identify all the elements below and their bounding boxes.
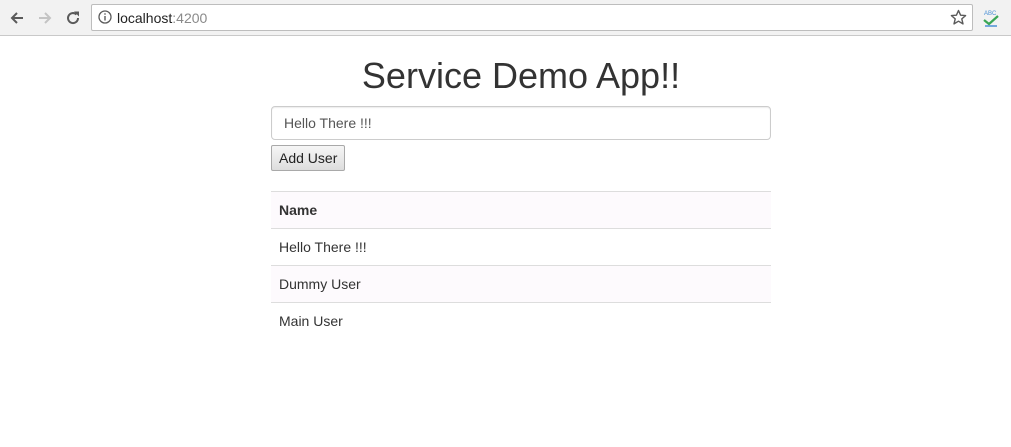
page-content: Service Demo App!! Add User Name Hello T… <box>0 37 1011 447</box>
table-header-row: Name <box>271 191 771 229</box>
url-port: :4200 <box>172 10 208 26</box>
user-name-cell: Dummy User <box>271 265 771 303</box>
table-row: Dummy User <box>271 265 771 303</box>
forward-arrow-icon <box>39 12 52 24</box>
url-host: localhost <box>117 10 173 26</box>
table-row: Hello There !!! <box>271 228 771 266</box>
add-user-button[interactable]: Add User <box>271 145 346 171</box>
back-arrow-icon <box>10 12 23 24</box>
info-icon[interactable] <box>98 10 112 24</box>
reload-button[interactable] <box>61 6 85 30</box>
column-header-name: Name <box>271 191 771 229</box>
address-bar[interactable]: localhost:4200 <box>91 4 973 31</box>
svg-text:ABC: ABC <box>984 11 997 17</box>
reload-icon <box>67 11 80 25</box>
table-row: Main User <box>271 302 771 340</box>
user-name-input[interactable] <box>271 106 771 140</box>
back-button[interactable] <box>5 6 29 30</box>
browser-toolbar: localhost:4200 ABC <box>0 0 1011 36</box>
url-text[interactable]: localhost:4200 <box>117 10 207 26</box>
user-name-cell: Hello There !!! <box>271 228 771 266</box>
bookmark-star-icon[interactable] <box>950 9 967 26</box>
users-table: Name Hello There !!! Dummy User Main Use… <box>271 191 771 340</box>
page-title: Service Demo App!! <box>361 55 681 96</box>
spellcheck-extension-icon[interactable]: ABC <box>981 8 1001 28</box>
user-name-cell: Main User <box>271 302 771 340</box>
forward-button[interactable] <box>33 6 57 30</box>
